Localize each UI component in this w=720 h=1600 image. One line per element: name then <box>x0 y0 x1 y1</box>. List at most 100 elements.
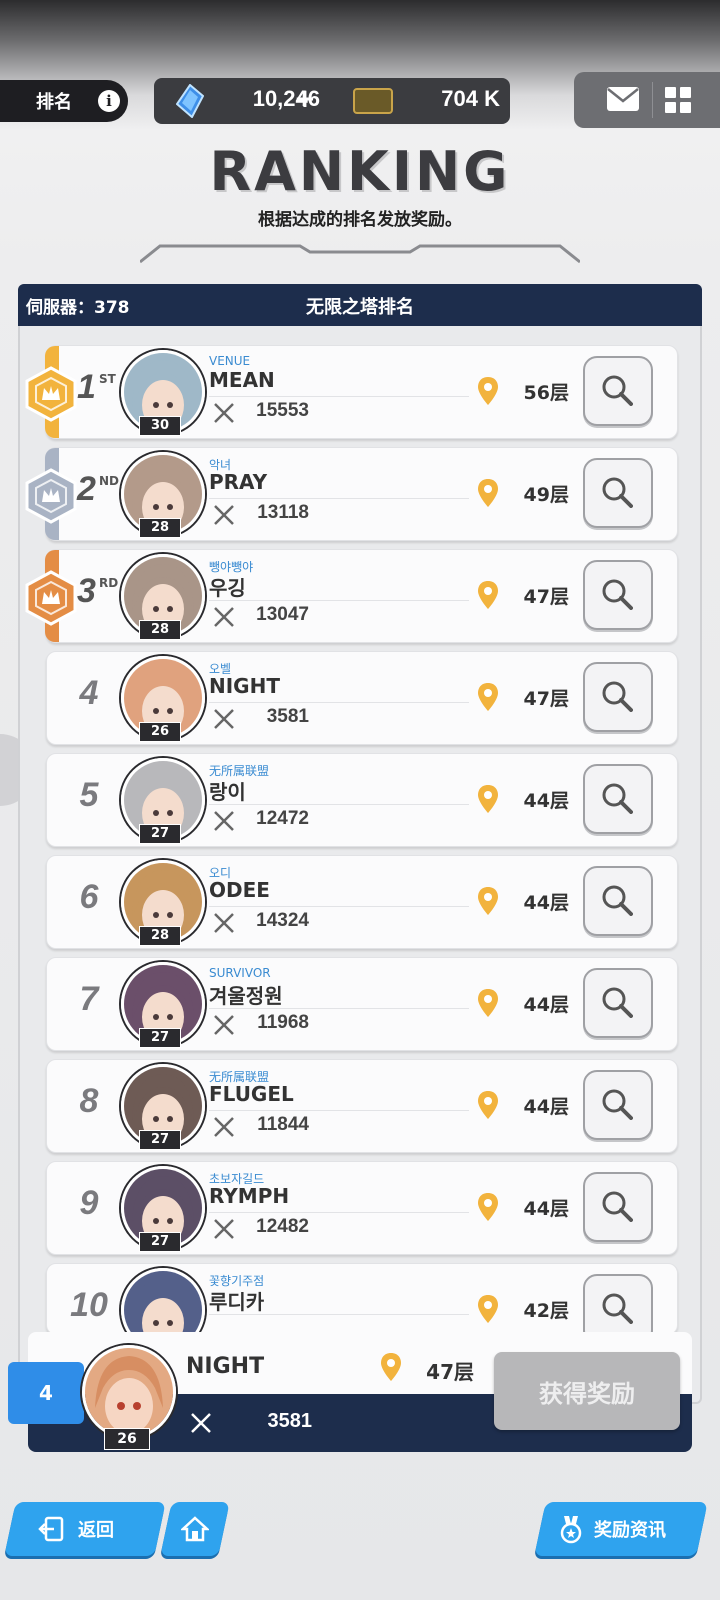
reward-info-button[interactable]: 奖励资讯 <box>556 1502 706 1556</box>
combat-power-icon <box>214 505 234 525</box>
home-button[interactable] <box>160 1502 230 1556</box>
reward-info-label: 奖励资讯 <box>594 1520 666 1541</box>
combat-power: 13118 <box>257 502 309 523</box>
view-player-button[interactable] <box>583 1172 653 1242</box>
floor-pin-icon <box>381 1353 401 1381</box>
view-player-button[interactable] <box>583 458 653 528</box>
home-icon <box>181 1516 209 1542</box>
combat-power: 11844 <box>257 1114 309 1135</box>
ranking-tab-label: 排名 <box>36 92 72 113</box>
floor-pin-icon <box>478 1091 498 1119</box>
search-icon <box>602 987 633 1018</box>
tower-floor: 42层 <box>523 1300 569 1322</box>
rank-suffix: ND <box>99 474 120 488</box>
ranking-tab: 排名 i <box>0 80 128 122</box>
player-level-badge: 27 <box>139 1232 181 1252</box>
player-name: 겨울정원 <box>209 984 283 1008</box>
row-divider <box>209 702 469 703</box>
add-gems-button[interactable]: + <box>294 84 316 114</box>
floor-pin-icon <box>478 887 498 915</box>
combat-power-icon <box>214 1219 234 1239</box>
row-divider <box>209 1314 469 1315</box>
ticket-count: 704 K <box>441 86 500 111</box>
player-level-badge: 27 <box>139 1130 181 1150</box>
combat-power-icon <box>214 403 234 423</box>
search-icon <box>602 783 633 814</box>
floor-pin-icon <box>478 1295 498 1323</box>
floor-pin-icon <box>478 581 498 609</box>
ranking-row: 9 27 초보자길드 RYMPH 12482 44层 <box>46 1161 678 1255</box>
ranking-row: 3 RD 28 뺑야뺑야 우깅 13047 47层 <box>25 549 678 643</box>
ranking-row: 7 27 SURVIVOR 겨울정원 11968 44层 <box>46 957 678 1051</box>
search-icon <box>602 477 633 508</box>
tower-floor: 47层 <box>523 586 569 608</box>
ranking-row: 8 27 无所属联盟 FLUGEL 11844 44层 <box>46 1059 678 1153</box>
floor-pin-icon <box>478 683 498 711</box>
view-player-button[interactable] <box>583 1070 653 1140</box>
player-name: 루디카 <box>209 1290 265 1314</box>
view-player-button[interactable] <box>583 1274 653 1334</box>
row-divider <box>209 600 469 601</box>
back-button[interactable]: 返回 <box>20 1502 160 1556</box>
combat-power: 3581 <box>266 706 309 727</box>
my-floor: 47层 <box>426 1360 474 1384</box>
player-name: 우깅 <box>209 576 246 600</box>
view-player-button[interactable] <box>583 764 653 834</box>
player-name: NIGHT <box>209 674 280 698</box>
floor-pin-icon <box>478 785 498 813</box>
view-player-button[interactable] <box>583 356 653 426</box>
combat-power-icon <box>214 1015 234 1035</box>
player-name: FLUGEL <box>209 1082 294 1106</box>
tower-floor: 47层 <box>523 688 569 710</box>
view-player-button[interactable] <box>583 560 653 630</box>
combat-power: 11968 <box>257 1012 309 1033</box>
mail-icon[interactable] <box>606 86 640 112</box>
player-name: MEAN <box>209 368 275 392</box>
player-level-badge: 28 <box>139 926 181 946</box>
menu-grid-icon[interactable] <box>664 86 692 114</box>
ranking-row: 1 ST 30 VENUE MEAN 15553 56层 <box>25 345 678 439</box>
rank-medal-icon <box>25 468 77 524</box>
view-player-button[interactable] <box>583 866 653 936</box>
combat-power: 14324 <box>256 910 309 931</box>
combat-power-icon <box>214 913 234 933</box>
view-player-button[interactable] <box>583 968 653 1038</box>
player-level-badge: 26 <box>139 722 181 742</box>
guild-name: SURVIVOR <box>209 966 271 980</box>
ticket-icon <box>353 88 393 114</box>
ranking-row: 4 26 오벨 NIGHT 3581 47层 <box>46 651 678 745</box>
board-title: 无限之塔排名 <box>306 297 414 318</box>
combat-power-icon <box>214 811 234 831</box>
player-level-badge: 30 <box>139 416 181 436</box>
claim-reward-button[interactable]: 获得奖励 <box>494 1352 680 1430</box>
combat-power-icon <box>214 607 234 627</box>
combat-power-icon <box>214 709 234 729</box>
ranking-row: 2 ND 28 악녀 PRAY 13118 49层 <box>25 447 678 541</box>
row-divider <box>209 1110 469 1111</box>
page-subtitle: 根据达成的排名发放奖励。 <box>258 210 462 230</box>
search-icon <box>602 579 633 610</box>
floor-pin-icon <box>478 1193 498 1221</box>
view-player-button[interactable] <box>583 662 653 732</box>
info-icon[interactable]: i <box>98 90 120 112</box>
floor-pin-icon <box>478 479 498 507</box>
player-name: ODEE <box>209 878 270 902</box>
search-icon <box>602 1089 633 1120</box>
rank-number: 5 <box>79 776 99 814</box>
player-level-badge: 28 <box>139 518 181 538</box>
tower-floor: 44层 <box>523 994 569 1016</box>
rank-medal-icon <box>25 570 77 626</box>
back-button-label: 返回 <box>78 1520 114 1541</box>
player-level-badge: 27 <box>139 1028 181 1048</box>
rank-number: 6 <box>79 878 99 916</box>
player-name: 랑이 <box>209 780 246 804</box>
my-rank-number: 4 <box>8 1362 84 1424</box>
combat-power: 15553 <box>256 400 309 421</box>
ranking-row: 6 28 오디 ODEE 14324 44层 <box>46 855 678 949</box>
tower-floor: 44层 <box>523 790 569 812</box>
row-divider <box>209 804 469 805</box>
row-divider <box>209 1212 469 1213</box>
rank-number: 9 <box>79 1184 99 1222</box>
rank-suffix: RD <box>99 576 119 590</box>
my-combat-power: 3581 <box>267 1410 313 1432</box>
